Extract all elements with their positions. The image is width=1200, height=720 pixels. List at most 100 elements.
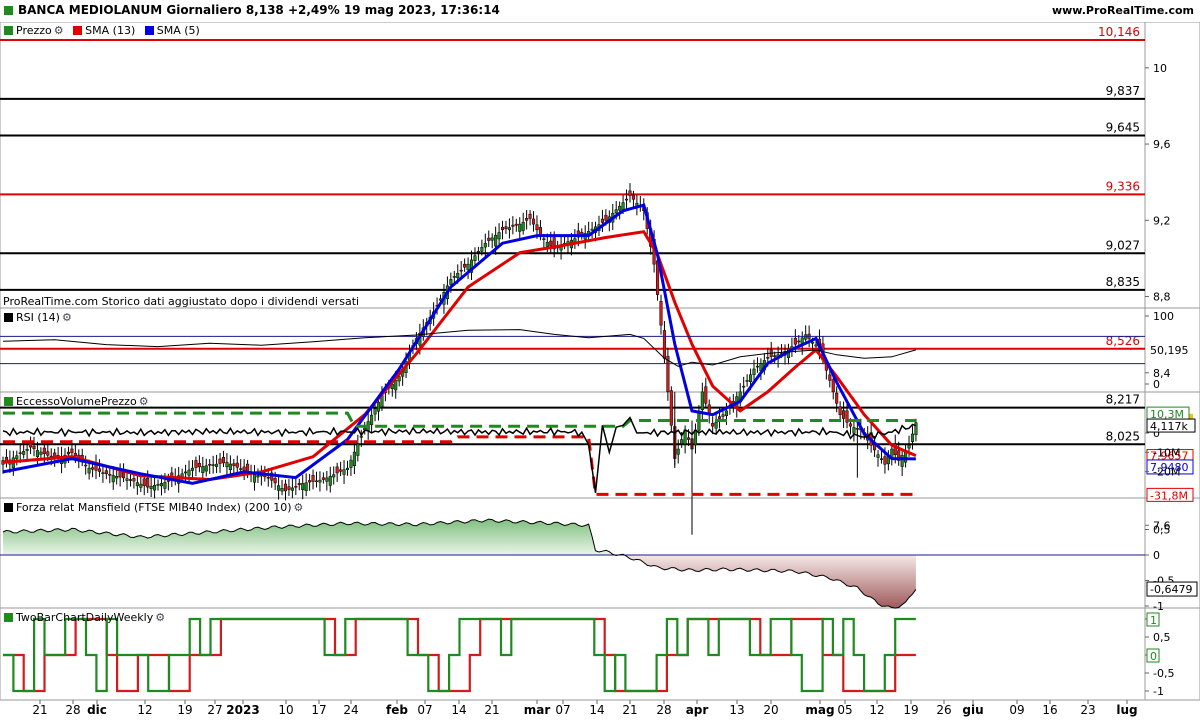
wrench-icon[interactable]: ⚙ [139,395,149,408]
candle-body [201,466,205,474]
candle-body [290,487,294,491]
candle-body [15,455,19,460]
x-tick-label: 2023 [226,703,259,717]
mansfield-swatch [4,503,13,512]
wrench-icon[interactable]: ⚙ [155,611,165,624]
x-tick-label: dic [87,703,107,717]
candle-body [793,338,797,345]
x-tick-label: 07 [555,703,570,717]
legend-sma13[interactable]: SMA (13) [67,24,135,37]
x-tick-label: 28 [656,703,671,717]
x-tick-label: 12 [869,703,884,717]
candle-body [624,198,629,201]
candle-body [845,410,849,423]
candle-body [256,475,260,478]
candle-body [318,479,322,483]
candle-body [494,234,498,247]
x-tick-label: mag [805,703,834,717]
candle-body [273,478,277,484]
legend-sma13-swatch [73,26,83,35]
legend-sma5-swatch [144,26,154,35]
candle-body [855,428,859,430]
legend-prezzo[interactable]: Prezzo ⚙ [4,24,64,37]
wrench-icon[interactable]: ⚙ [62,311,72,324]
candle-body [838,406,842,415]
x-tick-label: 16 [1042,703,1057,717]
volume-legend[interactable]: EccessoVolumePrezzo ⚙ [4,395,149,408]
x-tick-label: 23 [1080,703,1095,717]
twobar-tick-label: 0,5 [1153,631,1171,644]
candle-body [228,463,232,470]
candle-body [531,218,536,225]
candle-body [304,482,308,492]
x-tick-label: 26 [936,703,951,717]
candle-body [535,224,539,231]
candle-body [490,237,494,241]
legend-prezzo-swatch [4,26,13,35]
x-tick-label: 24 [343,703,358,717]
candle-body [22,451,26,455]
rsi-legend[interactable]: RSI (14) ⚙ [4,311,72,324]
wrench-icon[interactable]: ⚙ [294,501,304,514]
candle-body [542,238,546,240]
candle-body [332,474,336,478]
candle-body [314,480,319,483]
candle-body [159,483,164,487]
candle-body [153,484,157,491]
candle-body [628,190,632,196]
data-note: ProRealTime.com Storico dati aggiustato … [3,295,360,308]
chart-title: BANCA MEDIOLANUM Giornaliero 8,138 +2,49… [18,3,500,17]
candle-body [473,255,477,261]
candle-body [704,386,708,404]
candle-body [35,450,40,458]
rsi-tick-label: 100 [1153,310,1174,323]
candle-body [804,334,808,340]
rsi-tick-label: 0 [1153,378,1160,391]
candle-body [139,483,143,488]
candle-body [449,279,453,285]
volume-tick-label: -10M [1153,446,1180,459]
level-label: 8,217 [1106,393,1140,407]
twobar-daily-label: 0 [1150,650,1157,663]
candle-body [345,467,350,471]
price-tick-label: 10 [1153,62,1167,75]
x-tick-label: giu [962,703,983,717]
candle-body [149,485,153,489]
price-tick-label: 8,8 [1153,291,1171,304]
level-label: 8,526 [1106,334,1140,348]
price-tick-label: 9,6 [1153,138,1171,151]
candle-body [666,355,670,393]
x-tick-label: 21 [484,703,499,717]
x-tick-label: 13 [729,703,744,717]
candle-body [311,475,315,482]
twobar-legend[interactable]: TwoBarChartDailyWeekly ⚙ [4,611,165,624]
chart-canvas[interactable]: 109,69,28,88,47,610,1469,8379,6459,3369,… [0,0,1200,720]
candle-body [111,475,115,483]
twobar-swatch [4,613,13,622]
x-tick-label: 17 [311,703,326,717]
candle-body [848,423,853,427]
candle-body [297,482,301,486]
candle-body [766,357,770,359]
candle-body [687,437,691,440]
x-tick-label: 10 [278,703,293,717]
legend-sma5[interactable]: SMA (5) [139,24,200,37]
candle-body [277,485,281,491]
candle-body [714,422,718,429]
wrench-icon[interactable]: ⚙ [54,24,64,37]
candle-body [604,214,608,221]
candle-body [852,427,856,434]
mansfield-legend[interactable]: Forza relat Mansfield (FTSE MIB40 Index)… [4,501,303,514]
candle-body [287,486,291,490]
candle-body [197,463,201,468]
price-panel [0,21,1200,309]
x-tick-label: 27 [207,703,222,717]
legend-prezzo-label: Prezzo [16,24,52,37]
mansfield-value-label: -0,6479 [1150,583,1192,596]
candle-body [146,477,150,488]
candle-body [108,474,112,476]
candle-body [797,340,801,343]
x-tick-label: 20 [763,703,778,717]
x-tick-label: 07 [417,703,432,717]
candle-body [132,478,136,482]
